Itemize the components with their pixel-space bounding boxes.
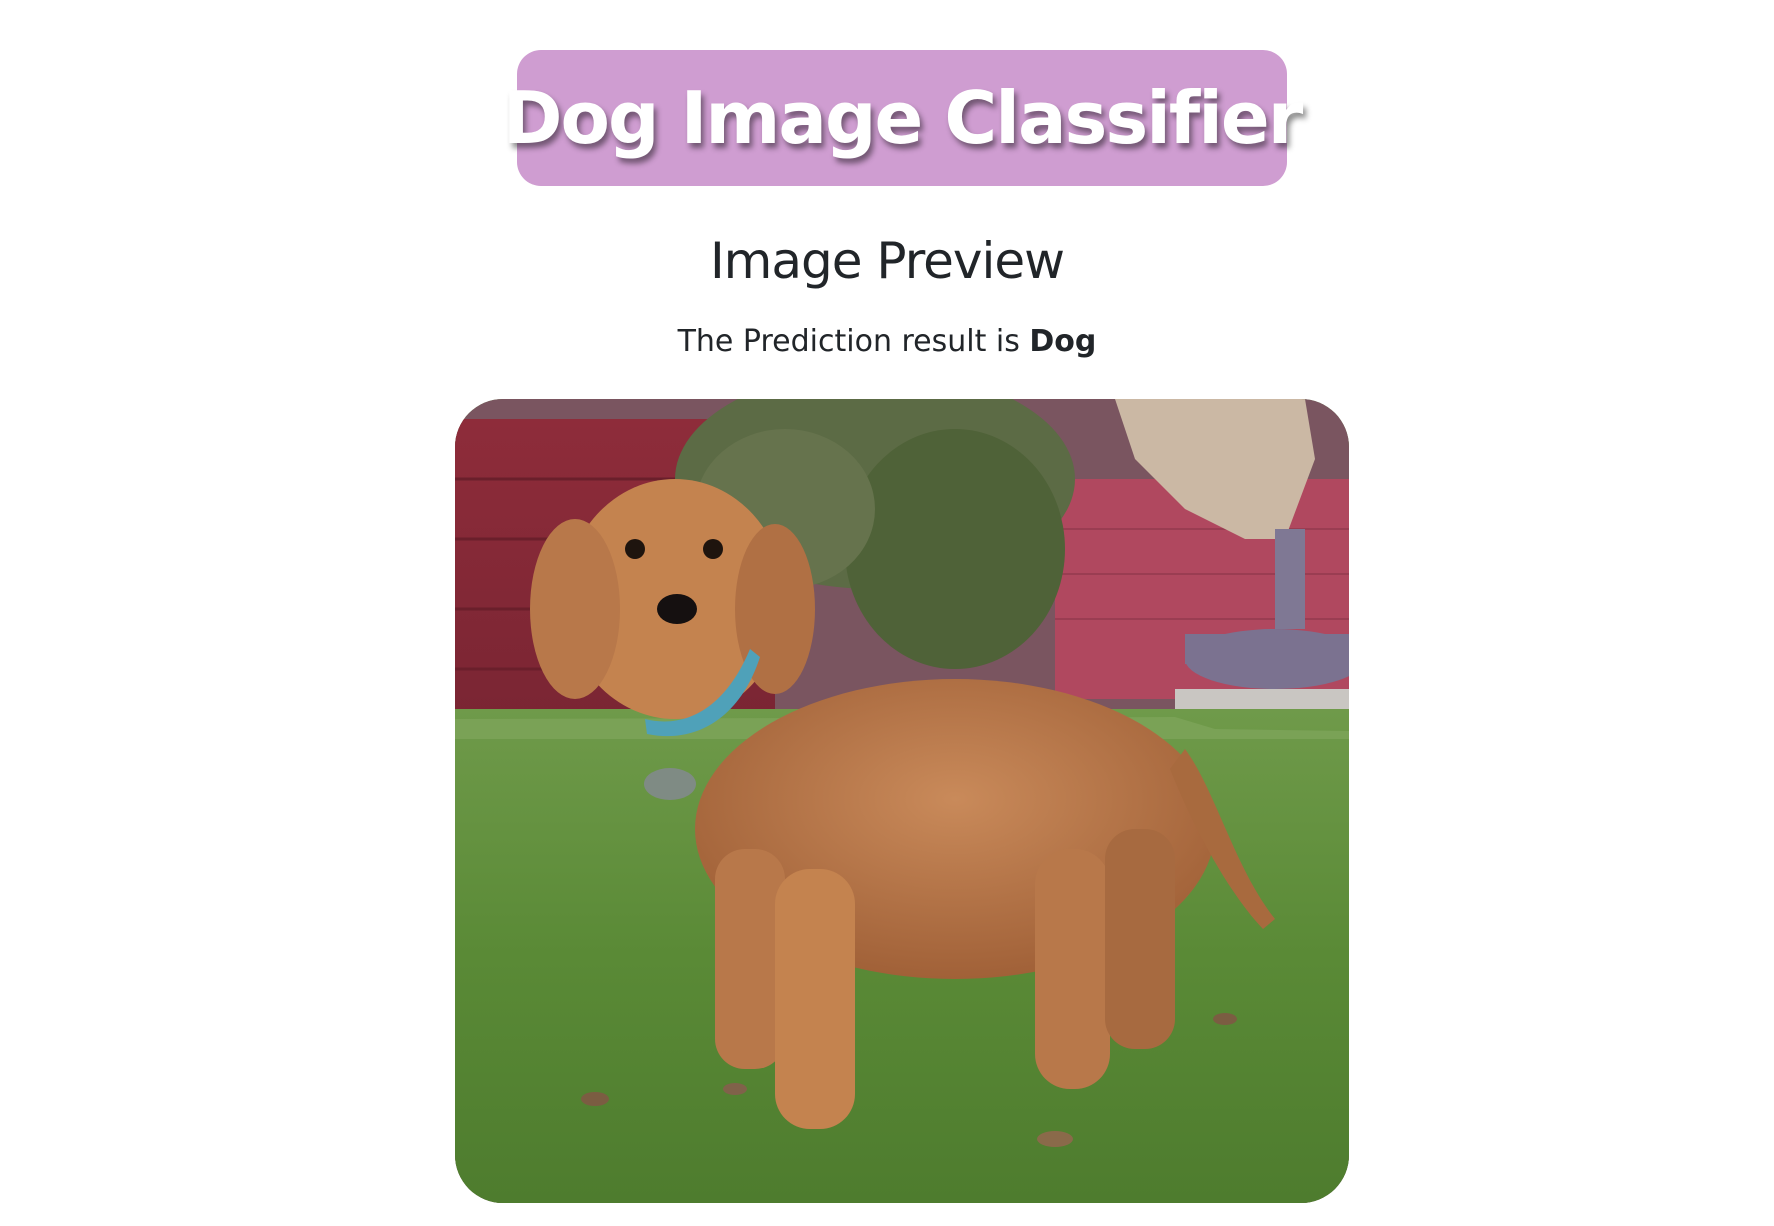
prediction-prefix: The Prediction result is [677,324,1030,359]
preview-image [455,399,1349,1203]
title-banner: Dog Image Classifier [503,50,1303,186]
page: Dog Image Classifier Image Preview The P… [0,0,1774,1226]
page-title: Dog Image Classifier [502,76,1304,160]
dog-photo [455,399,1349,1203]
prediction-value: Dog [1029,324,1097,359]
prediction-result: The Prediction result is Dog [0,324,1774,359]
image-preview-heading: Image Preview [709,232,1065,290]
